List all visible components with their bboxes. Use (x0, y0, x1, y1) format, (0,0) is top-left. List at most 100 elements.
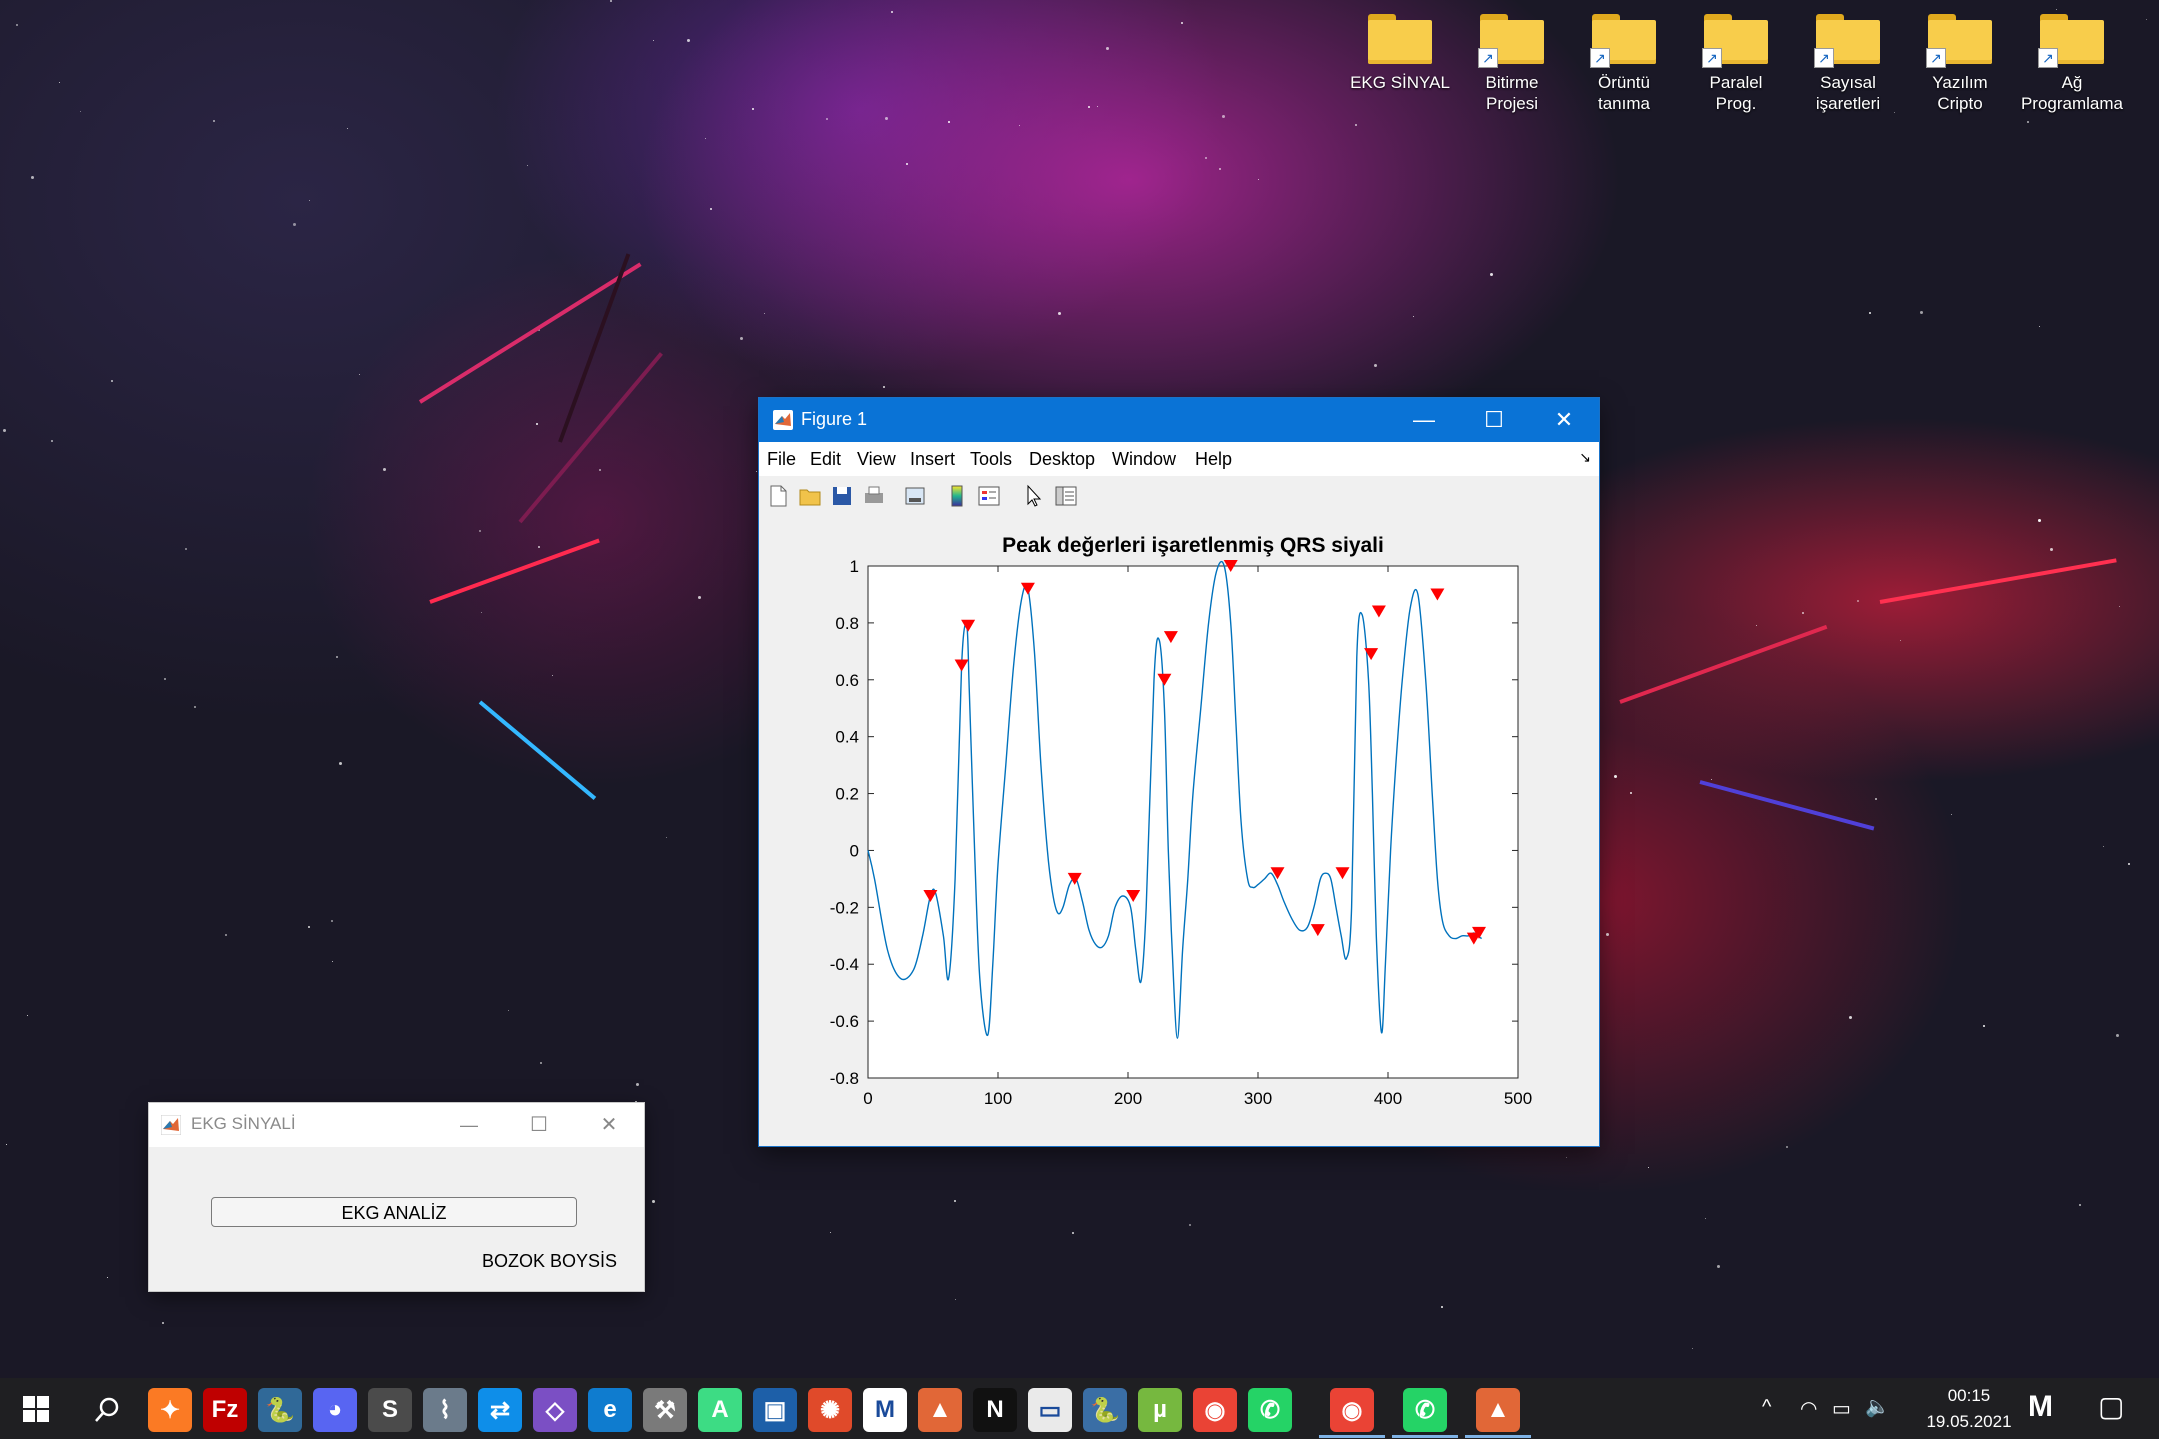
desktop-folder-icon[interactable]: ↗ Ağ Programlama (2018, 14, 2126, 114)
ekg-titlebar[interactable]: EKG SİNYALİ — ☐ ✕ (149, 1103, 644, 1147)
virtualbox-icon[interactable]: ▣ (753, 1388, 797, 1432)
y-tick-label: 0.4 (835, 728, 859, 747)
gmail-app-icon[interactable]: M (863, 1388, 907, 1432)
desktop-folder-icon[interactable]: EKG SİNYAL (1346, 14, 1454, 93)
close-button[interactable]: ✕ (1529, 398, 1599, 442)
shortcut-arrow-icon: ↗ (1590, 48, 1610, 68)
author-label: BOZOK BOYSİS (481, 1251, 617, 1271)
discord-icon[interactable]: ◕ (313, 1388, 357, 1432)
chrome-running-icon[interactable]: ◉ (1330, 1388, 1374, 1432)
desktop-folder-icon[interactable]: ↗ Yazılım Cripto (1906, 14, 2014, 114)
windows-start-icon[interactable] (22, 1395, 50, 1423)
teamviewer-icon[interactable]: ⇄ (478, 1388, 522, 1432)
star (162, 1322, 164, 1324)
whatsapp-running-icon[interactable]: ✆ (1403, 1388, 1447, 1432)
tray-chevron-icon[interactable]: ^ (1762, 1396, 1771, 1419)
star (336, 656, 338, 658)
star (111, 380, 113, 382)
menu-help[interactable]: Help (1195, 449, 1232, 470)
star (508, 1010, 509, 1011)
property-editor-icon[interactable] (1054, 484, 1078, 508)
search-icon[interactable] (93, 1396, 121, 1424)
ekg-title: EKG SİNYALİ (191, 1114, 296, 1133)
chart-title: Peak değerleri işaretlenmiş QRS siyali (1002, 534, 1384, 557)
star (653, 40, 654, 41)
ekg-analyze-button[interactable]: EKG ANALİZ (211, 1197, 577, 1227)
edit-plot-pointer-icon[interactable] (1022, 484, 1046, 508)
python-idle-icon[interactable]: 🐍 (258, 1388, 302, 1432)
qrs-line-chart[interactable]: Peak değerleri işaretlenmiş QRS siyali 1… (759, 518, 1599, 1146)
desktop-icon-label: Örüntü (1598, 73, 1650, 92)
whatsapp-icon[interactable]: ✆ (1248, 1388, 1292, 1432)
star (164, 678, 166, 680)
chrome-icon[interactable]: ◉ (1193, 1388, 1237, 1432)
clock-date[interactable]: 19.05.2021 (1906, 1412, 2032, 1432)
star (906, 163, 908, 165)
menu-tools[interactable]: Tools (970, 449, 1012, 470)
menu-window[interactable]: Window (1112, 449, 1176, 470)
close-button[interactable]: ✕ (574, 1103, 644, 1147)
notification-icon[interactable]: ▢ (2098, 1390, 2124, 1423)
open-file-icon[interactable] (798, 484, 822, 508)
star (359, 374, 360, 375)
dev-tools-icon[interactable]: ⚒ (643, 1388, 687, 1432)
utorrent-icon[interactable]: µ (1138, 1388, 1182, 1432)
y-tick-label: -0.6 (830, 1012, 859, 1031)
brand-tray-icon[interactable]: M (2028, 1390, 2053, 1424)
network-icon[interactable]: ◠ (1800, 1396, 1817, 1421)
battery-icon[interactable]: ▭ (1832, 1396, 1851, 1421)
desktop-folder-icon[interactable]: ↗ Bitirme Projesi (1458, 14, 1566, 114)
dock-arrow-icon[interactable]: ↘ (1579, 449, 1591, 466)
edge-icon[interactable]: e (588, 1388, 632, 1432)
netflix-icon[interactable]: N (973, 1388, 1017, 1432)
star (1648, 1167, 1649, 1168)
desktop-folder-icon[interactable]: ↗ Paralel Prog. (1682, 14, 1790, 114)
star (538, 546, 540, 548)
print-icon[interactable] (862, 484, 886, 508)
folder-icon: ↗ (1814, 14, 1880, 68)
menu-edit[interactable]: Edit (810, 449, 841, 470)
menu-view[interactable]: View (857, 449, 896, 470)
star (1875, 798, 1877, 800)
volume-icon[interactable]: 🔈 (1865, 1394, 1890, 1419)
sublime-text-icon[interactable]: S (368, 1388, 412, 1432)
minimize-button[interactable]: — (1389, 398, 1459, 442)
xampp-icon[interactable]: ✦ (148, 1388, 192, 1432)
new-figure-icon[interactable] (766, 484, 790, 508)
menu-file[interactable]: File (767, 449, 796, 470)
clock-time[interactable]: 00:15 (1929, 1386, 2009, 1406)
maximize-button[interactable]: ☐ (1459, 398, 1529, 442)
colorbar-icon[interactable] (945, 484, 969, 508)
shortcut-arrow-icon: ↗ (1814, 48, 1834, 68)
system-monitor-icon[interactable]: ⌇ (423, 1388, 467, 1432)
star (1413, 316, 1414, 317)
filezilla-icon[interactable]: Fz (203, 1388, 247, 1432)
ekg-app-window[interactable]: EKG SİNYALİ — ☐ ✕ EKG ANALİZ BOZOK BOYSİ… (149, 1103, 644, 1291)
visual-studio-icon[interactable]: ◇ (533, 1388, 577, 1432)
notepad-icon[interactable]: ▭ (1028, 1388, 1072, 1432)
menu-insert[interactable]: Insert (910, 449, 955, 470)
print-preview-icon[interactable] (903, 484, 927, 508)
aperture-icon[interactable]: ✺ (808, 1388, 852, 1432)
python-icon[interactable]: 🐍 (1083, 1388, 1127, 1432)
star (830, 1232, 831, 1233)
figure-titlebar[interactable]: Figure 1 — ☐ ✕ (759, 398, 1599, 442)
matlab-figure-window[interactable]: Figure 1 — ☐ ✕ File Edit View Insert Too… (759, 398, 1599, 1146)
star (1374, 364, 1377, 367)
menu-desktop[interactable]: Desktop (1029, 449, 1095, 470)
star (383, 468, 386, 471)
running-indicator (1465, 1435, 1531, 1438)
android-studio-icon[interactable]: A (698, 1388, 742, 1432)
desktop-folder-icon[interactable]: ↗ Örüntü tanıma (1570, 14, 1678, 114)
save-icon[interactable] (830, 484, 854, 508)
matlab-icon[interactable]: ▲ (918, 1388, 962, 1432)
star (2146, 19, 2147, 20)
wallpaper-shard (558, 253, 631, 443)
legend-icon[interactable] (977, 484, 1001, 508)
desktop-folder-icon[interactable]: ↗ Sayısal işaretleri (1794, 14, 1902, 114)
star (705, 138, 706, 139)
maximize-button[interactable]: ☐ (504, 1103, 574, 1147)
minimize-button[interactable]: — (434, 1103, 504, 1147)
matlab-running-icon[interactable]: ▲ (1476, 1388, 1520, 1432)
x-tick-label: 300 (1244, 1089, 1272, 1108)
